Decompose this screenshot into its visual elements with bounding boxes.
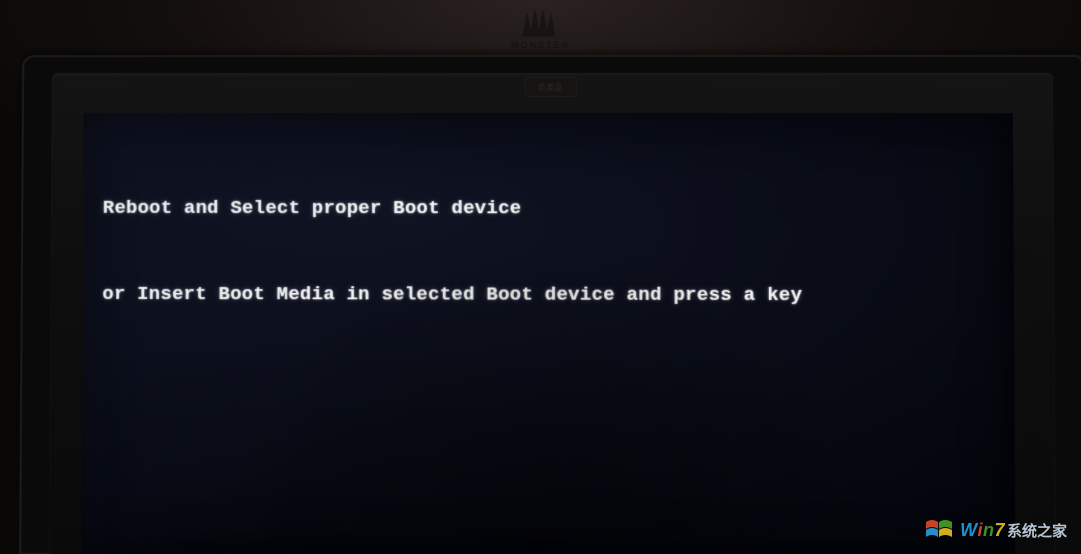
bios-message-line-1: Reboot and Select proper Boot device: [103, 194, 994, 223]
bios-console: Reboot and Select proper Boot device or …: [102, 137, 994, 367]
monitor-body: 非卖品 Reboot and Select proper Boot device…: [19, 55, 1081, 554]
boot-screen[interactable]: Reboot and Select proper Boot device or …: [81, 113, 1015, 554]
monster-claw-icon: [517, 8, 565, 38]
bezel-info-sticker: 非卖品: [524, 77, 576, 97]
wall-sticker: MONSTER: [486, 0, 596, 50]
bezel-info-label: 非卖品: [538, 82, 564, 93]
bios-message-line-2: or Insert Boot Media in selected Boot de…: [102, 279, 993, 309]
wall-sticker-label: MONSTER: [511, 40, 570, 50]
